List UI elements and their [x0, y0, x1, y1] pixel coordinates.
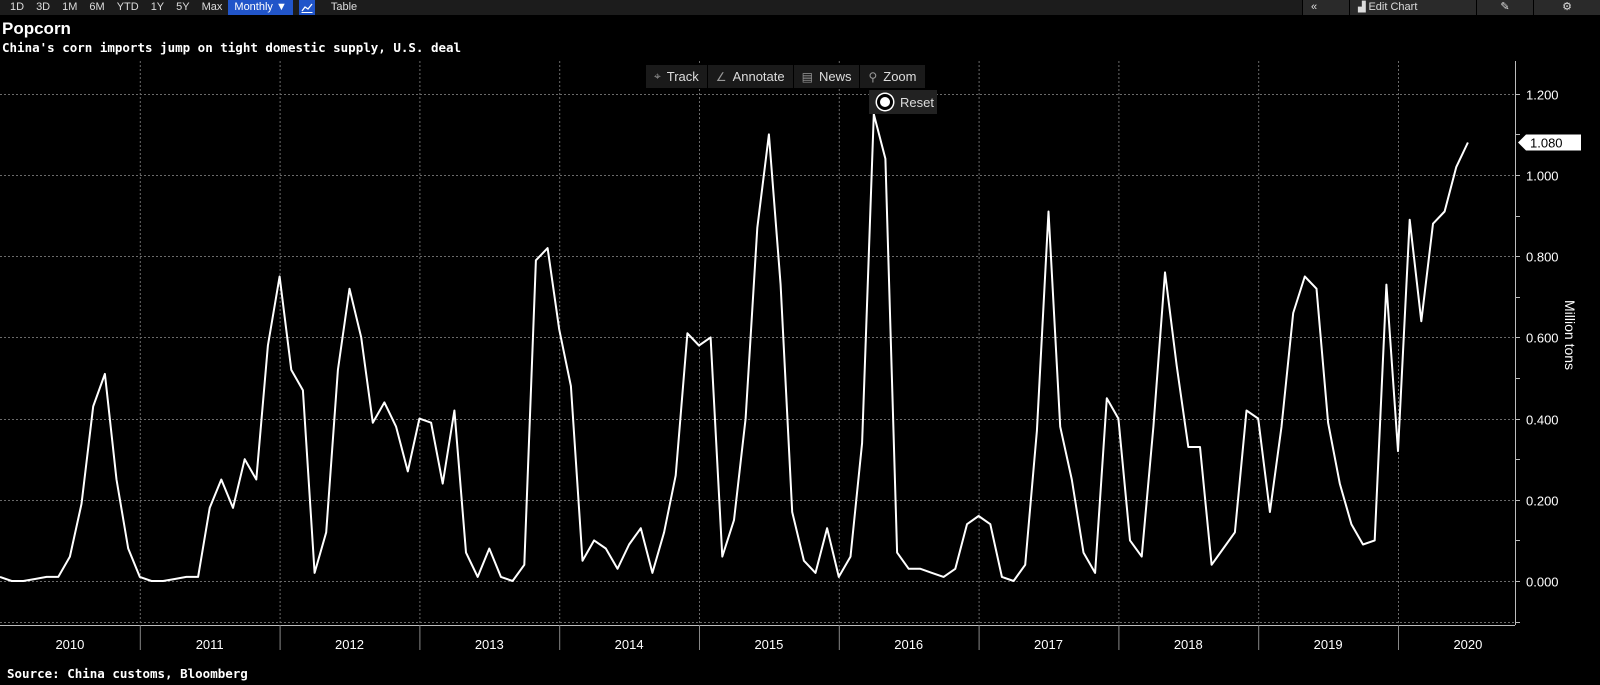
- reset-button[interactable]: Reset: [869, 90, 937, 114]
- range-max-button[interactable]: Max: [196, 0, 229, 15]
- range-1d-button[interactable]: 1D: [4, 0, 30, 15]
- range-1y-button[interactable]: 1Y: [145, 0, 170, 15]
- edit-chart-label: Edit Chart: [1368, 1, 1418, 13]
- edit-icon[interactable]: ✎: [1476, 0, 1533, 15]
- track-button[interactable]: ⌖ Track: [646, 65, 708, 88]
- chart-controls: ⌖ Track ∠ Annotate ▤ News ⚲ Zoom: [646, 65, 926, 88]
- y-tick-label: 0.800: [1526, 250, 1559, 265]
- line-chart-icon[interactable]: [298, 0, 315, 15]
- chart-source: Source: China customs, Bloomberg: [7, 666, 248, 681]
- news-label: News: [818, 69, 852, 84]
- x-tick-label: 2013: [475, 637, 504, 650]
- series-line: [0, 113, 1469, 582]
- period-dropdown[interactable]: Monthly ▼: [228, 0, 293, 15]
- x-tick-label: 2016: [894, 637, 923, 650]
- toolbar-left: 1D 3D 1M 6M YTD 1Y 5Y Max Monthly ▼ Tabl…: [4, 0, 369, 15]
- x-tick-label: 2014: [615, 637, 644, 650]
- zoom-button[interactable]: ⚲ Zoom: [860, 65, 926, 88]
- x-tick-label: 2017: [1034, 637, 1063, 650]
- news-icon: ▤: [801, 69, 813, 84]
- zoom-label: Zoom: [883, 69, 917, 84]
- line-chart[interactable]: 0.000 0.200 0.400 0.600 0.800 1.000 1.200 2010 2…: [0, 15, 1600, 650]
- pencil-icon: ∠: [715, 69, 727, 84]
- range-3d-button[interactable]: 3D: [30, 0, 56, 15]
- y-tick-label: 1.000: [1526, 169, 1559, 184]
- settings-icon[interactable]: ⚙: [1533, 0, 1600, 15]
- x-tick-label: 2020: [1453, 637, 1482, 650]
- range-6m-button[interactable]: 6M: [83, 0, 110, 15]
- last-value-label: 1.080: [1530, 136, 1563, 151]
- range-ytd-button[interactable]: YTD: [111, 0, 145, 15]
- y-tick-label: 0.400: [1526, 413, 1559, 428]
- y-tick-label: 0.600: [1526, 331, 1559, 346]
- x-tick-label: 2012: [335, 637, 364, 650]
- news-button[interactable]: ▤ News: [794, 65, 861, 88]
- edit-chart-icon: ▟: [1358, 2, 1369, 13]
- x-tick-label: 2010: [55, 637, 84, 650]
- range-5y-button[interactable]: 5Y: [170, 0, 195, 15]
- annotate-button[interactable]: ∠ Annotate: [708, 65, 794, 88]
- crosshair-icon: ⌖: [654, 69, 661, 83]
- x-tick-label: 2018: [1174, 637, 1203, 650]
- x-tick-label: 2019: [1314, 637, 1343, 650]
- reset-label: Reset: [900, 94, 934, 110]
- magnifier-icon: ⚲: [868, 69, 878, 84]
- toolbar-right: « ▟ Edit Chart ✎ ⚙: [1302, 0, 1600, 15]
- toolbar: 1D 3D 1M 6M YTD 1Y 5Y Max Monthly ▼ Tabl…: [0, 0, 1600, 15]
- y-tick-label: 0.000: [1526, 575, 1559, 590]
- reset-icon: [877, 94, 893, 110]
- table-button[interactable]: Table: [319, 0, 369, 15]
- y-axis-label: Million tons: [1562, 300, 1578, 371]
- y-tick-label: 0.200: [1526, 494, 1559, 509]
- collapse-icon[interactable]: «: [1302, 0, 1349, 15]
- range-1m-button[interactable]: 1M: [56, 0, 83, 15]
- x-tick-label: 2011: [196, 637, 224, 650]
- edit-chart-button[interactable]: ▟ Edit Chart: [1349, 0, 1476, 15]
- x-tick-label: 2015: [754, 637, 783, 650]
- y-tick-label: 1.200: [1526, 88, 1559, 103]
- track-label: Track: [666, 69, 699, 84]
- annotate-label: Annotate: [732, 69, 785, 84]
